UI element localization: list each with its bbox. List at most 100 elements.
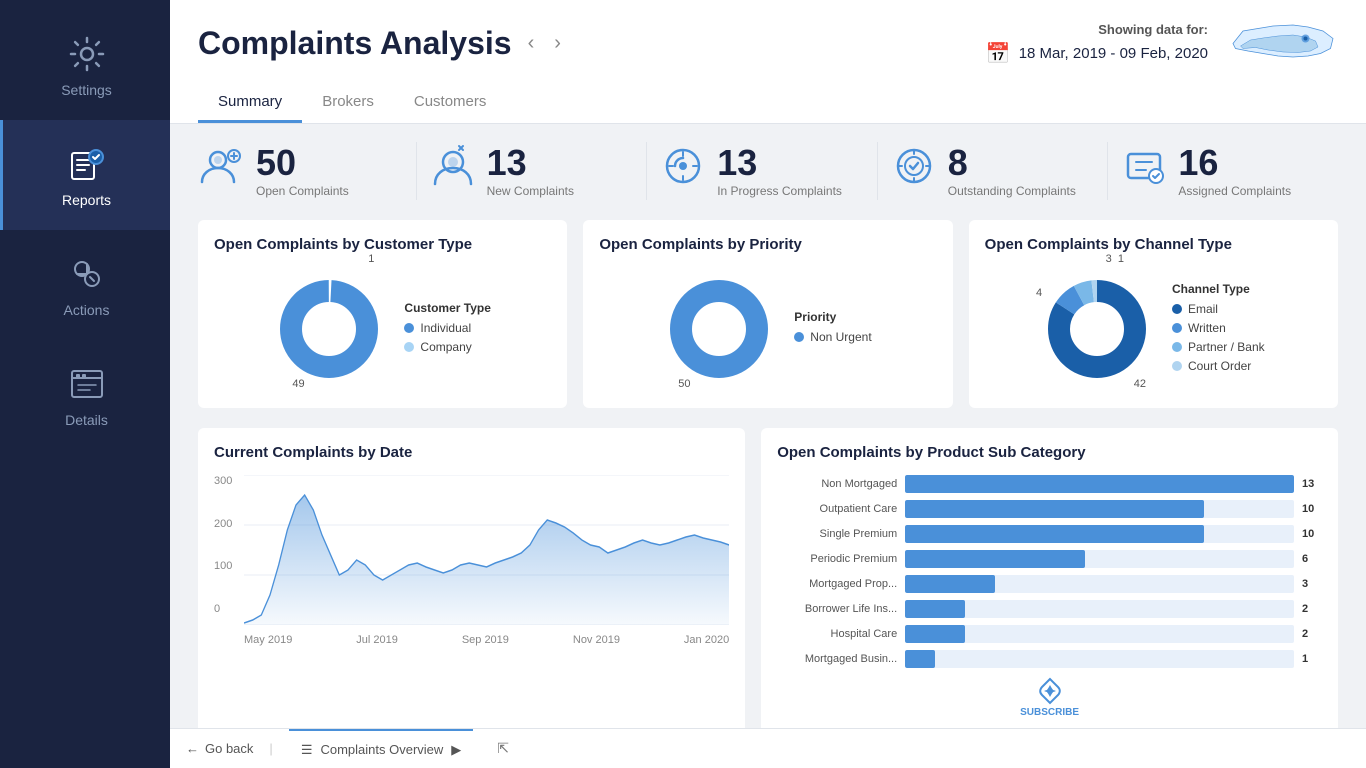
subscribe-badge[interactable]: SUBSCRIBE: [777, 675, 1322, 718]
sidebar-item-actions[interactable]: Actions: [0, 230, 170, 340]
inprogress-icon: [659, 142, 707, 200]
stat-open-label: Open Complaints: [256, 184, 349, 198]
bar-label: Single Premium: [777, 528, 897, 540]
donut-customer-type-container: 1 49 Customer Type Individ: [214, 267, 551, 392]
tab-label: Complaints Overview: [320, 742, 443, 757]
donut-channel-wrap: 3 1 4: [1042, 267, 1152, 392]
legend-label-email: Email: [1188, 302, 1218, 316]
stat-assigned-label: Assigned Complaints: [1178, 184, 1291, 198]
charts-bottom-row: Current Complaints by Date 300 200 100 0: [198, 428, 1338, 728]
chart-channel-type: Open Complaints by Channel Type 3 1 4: [969, 220, 1338, 408]
legend-individual: Individual: [404, 321, 490, 335]
page-title: Complaints Analysis: [198, 25, 512, 62]
bar-value: 1: [1302, 653, 1322, 665]
stat-outstanding: 8 Outstanding Complaints: [878, 142, 1109, 200]
donut-customer-type-wrap: 1 49: [274, 267, 384, 392]
header-top: Complaints Analysis ‹ › Showing data for…: [198, 16, 1338, 71]
legend-court-order: Court Order: [1172, 359, 1265, 373]
prev-button[interactable]: ‹: [524, 28, 539, 59]
stat-inprogress-label: In Progress Complaints: [717, 184, 842, 198]
bar-track: [905, 650, 1294, 668]
stat-open-text: 50 Open Complaints: [256, 145, 349, 198]
y-label-200: 200: [214, 518, 232, 530]
bar-row: Mortgaged Prop... 3: [777, 575, 1322, 593]
bar-value: 10: [1302, 503, 1322, 515]
bar-value: 2: [1302, 603, 1322, 615]
bar-fill: [905, 600, 965, 618]
annotation-4: 4: [1036, 287, 1042, 299]
legend-customer-type: Customer Type Individual Company: [404, 301, 490, 359]
bar-value: 3: [1302, 578, 1322, 590]
sidebar-reports-label: Reports: [62, 192, 111, 208]
legend-label-court: Court Order: [1188, 359, 1251, 373]
bar-chart: Non Mortgaged 13 Outpatient Care 10 Sing…: [777, 475, 1322, 668]
bar-label: Hospital Care: [777, 628, 897, 640]
bar-fill: [905, 650, 935, 668]
x-label-may: May 2019: [244, 634, 292, 646]
actions-icon: [65, 252, 109, 296]
y-axis-labels: 300 200 100 0: [214, 475, 236, 615]
legend-label-partner: Partner / Bank: [1188, 340, 1265, 354]
next-button[interactable]: ›: [550, 28, 565, 59]
stat-inprogress-number: 13: [717, 145, 842, 181]
stat-open: 50 Open Complaints: [198, 142, 417, 200]
legend-label-nonurgent: Non Urgent: [810, 330, 871, 344]
bottom-bar: ← Go back | ☰ Complaints Overview ▶ ⇱: [170, 728, 1366, 768]
bar-label: Borrower Life Ins...: [777, 603, 897, 615]
showing-label: Showing data for:: [986, 22, 1208, 37]
tab-customers[interactable]: Customers: [394, 83, 507, 123]
legend-label-company: Company: [420, 340, 471, 354]
subscribe-label: SUBSCRIBE: [1020, 707, 1079, 718]
y-label-0: 0: [214, 603, 232, 615]
calendar-icon: 📅: [986, 41, 1011, 66]
legend-written: Written: [1172, 321, 1265, 335]
tab-summary[interactable]: Summary: [198, 83, 302, 123]
assigned-icon: [1120, 142, 1168, 200]
legend-channel: Channel Type Email Written Partner / Ban…: [1172, 282, 1265, 378]
donut-channel-svg: [1042, 267, 1152, 387]
charts-top-row: Open Complaints by Customer Type 1 49: [198, 220, 1338, 408]
x-label-nov: Nov 2019: [573, 634, 620, 646]
chart-priority-title: Open Complaints by Priority: [599, 236, 936, 253]
stat-inprogress-text: 13 In Progress Complaints: [717, 145, 842, 198]
legend-email: Email: [1172, 302, 1265, 316]
bar-row: Hospital Care 2: [777, 625, 1322, 643]
bar-track: [905, 500, 1294, 518]
bar-value: 13: [1302, 478, 1322, 490]
stat-new-text: 13 New Complaints: [487, 145, 574, 198]
tab-indicator[interactable]: ☰ Complaints Overview ▶: [289, 729, 473, 768]
area-chart-wrap: [244, 475, 729, 630]
bar-track: [905, 475, 1294, 493]
tab-brokers[interactable]: Brokers: [302, 83, 394, 123]
bar-track: [905, 525, 1294, 543]
legend-priority-title: Priority: [794, 310, 871, 324]
sidebar-item-settings[interactable]: Settings: [0, 10, 170, 120]
sidebar-settings-label: Settings: [61, 82, 112, 98]
settings-icon: [65, 32, 109, 76]
open-complaints-icon: [198, 142, 246, 200]
bar-label: Outpatient Care: [777, 503, 897, 515]
outstanding-icon: [890, 142, 938, 200]
bar-fill: [905, 575, 995, 593]
chart-product-sub-title: Open Complaints by Product Sub Category: [777, 444, 1322, 461]
go-back-button[interactable]: ← Go back: [186, 741, 253, 756]
x-label-jan: Jan 2020: [684, 634, 729, 646]
annotation-49: 49: [292, 378, 304, 390]
bar-track: [905, 550, 1294, 568]
stat-outstanding-text: 8 Outstanding Complaints: [948, 145, 1076, 198]
menu-lines-icon: ☰: [301, 742, 313, 758]
sidebar-details-label: Details: [65, 412, 108, 428]
sidebar-item-reports[interactable]: Reports: [0, 120, 170, 230]
bar-value: 6: [1302, 553, 1322, 565]
chart-priority: Open Complaints by Priority 50 Priority: [583, 220, 952, 408]
donut-priority-svg: [664, 267, 774, 387]
stat-inprogress: 13 In Progress Complaints: [647, 142, 878, 200]
sidebar-item-details[interactable]: Details: [0, 340, 170, 450]
tabs: Summary Brokers Customers: [198, 83, 1338, 123]
expand-icon[interactable]: ⇱: [497, 740, 509, 757]
header: Complaints Analysis ‹ › Showing data for…: [170, 0, 1366, 124]
content-area: 50 Open Complaints 13 New Complaints: [170, 124, 1366, 728]
bar-row: Non Mortgaged 13: [777, 475, 1322, 493]
bar-track: [905, 575, 1294, 593]
stat-outstanding-label: Outstanding Complaints: [948, 184, 1076, 198]
